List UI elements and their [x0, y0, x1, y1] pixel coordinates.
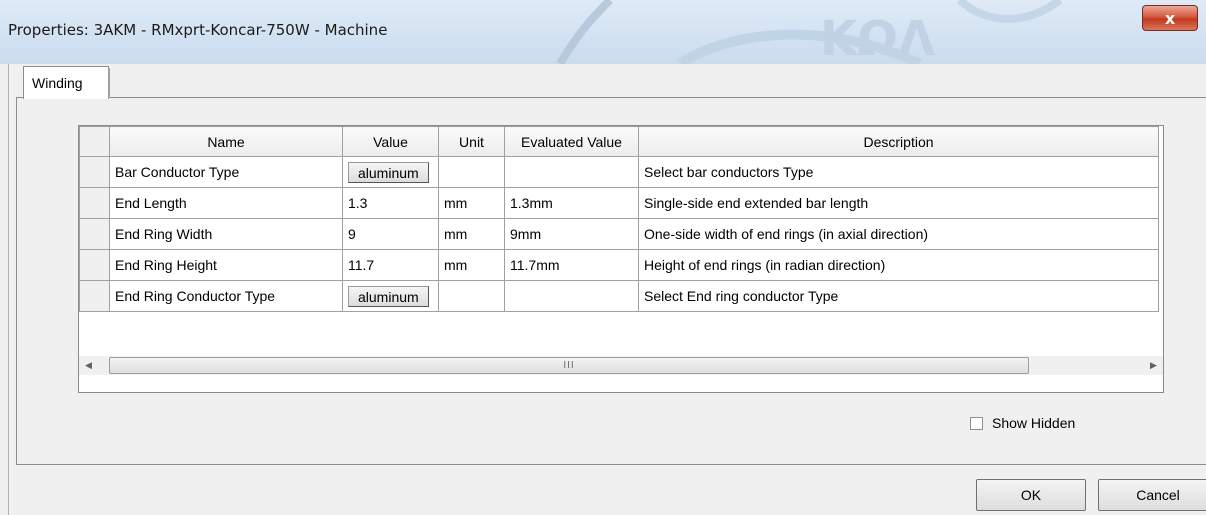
- show-hidden-checkbox[interactable]: Show Hidden: [970, 415, 1075, 431]
- cell-value[interactable]: 1.3: [342, 187, 439, 219]
- scroll-left-arrow-icon[interactable]: ◀: [79, 356, 98, 375]
- cell-name: End Ring Height: [109, 249, 343, 281]
- column-header-description[interactable]: Description: [638, 126, 1159, 157]
- value-select-button[interactable]: aluminum: [348, 285, 429, 307]
- row-selector[interactable]: [79, 156, 110, 188]
- row-header-corner: [79, 126, 110, 157]
- row-selector[interactable]: [79, 280, 110, 312]
- table-row[interactable]: End Length 1.3 mm 1.3mm Single-side end …: [79, 187, 1159, 219]
- checkbox-box[interactable]: [970, 416, 983, 430]
- cell-description: Height of end rings (in radian direction…: [638, 249, 1159, 281]
- horizontal-scrollbar[interactable]: ◀ III ▶: [79, 356, 1163, 375]
- row-selector[interactable]: [79, 218, 110, 250]
- row-selector[interactable]: [79, 249, 110, 281]
- cell-unit: [438, 280, 505, 312]
- cell-value[interactable]: aluminum: [342, 156, 439, 188]
- svg-text:ΚΩΛ: ΚΩΛ: [820, 11, 935, 64]
- cell-value[interactable]: aluminum: [342, 280, 439, 312]
- header-row: Name Value Unit Evaluated Value Descript…: [79, 126, 1159, 157]
- column-header-value[interactable]: Value: [342, 126, 439, 157]
- tab-divider: [108, 68, 110, 98]
- cell-name: End Ring Width: [109, 218, 343, 250]
- title-bar[interactable]: ΚΩΛ Properties: 3AKM - RMxprt-Koncar-750…: [0, 0, 1206, 64]
- cell-unit[interactable]: mm: [438, 249, 505, 281]
- row-selector[interactable]: [79, 187, 110, 219]
- table-row[interactable]: End Ring Height 11.7 mm 11.7mm Height of…: [79, 249, 1159, 281]
- show-hidden-label: Show Hidden: [992, 415, 1076, 431]
- scrollbar-grip-icon: III: [563, 360, 575, 371]
- scroll-right-arrow-icon[interactable]: ▶: [1144, 356, 1163, 375]
- cancel-button[interactable]: Cancel: [1098, 479, 1206, 511]
- cell-name: End Length: [109, 187, 343, 219]
- cell-value[interactable]: 11.7: [342, 249, 439, 281]
- tab-label: Winding: [32, 75, 83, 91]
- close-button[interactable]: x: [1142, 5, 1198, 31]
- table-row[interactable]: End Ring Conductor Type aluminum Select …: [79, 280, 1159, 312]
- cell-description: Select End ring conductor Type: [638, 280, 1159, 312]
- scrollbar-thumb[interactable]: III: [109, 357, 1029, 374]
- properties-table: Name Value Unit Evaluated Value Descript…: [79, 126, 1159, 312]
- cell-unit[interactable]: mm: [438, 187, 505, 219]
- table-row[interactable]: End Ring Width 9 mm 9mm One-side width o…: [79, 218, 1159, 250]
- close-icon: x: [1164, 8, 1176, 28]
- cell-unit[interactable]: mm: [438, 218, 505, 250]
- title-bar-decoration: ΚΩΛ: [556, 0, 1063, 64]
- properties-grid: Name Value Unit Evaluated Value Descript…: [78, 125, 1164, 393]
- cell-evaluated: 1.3mm: [504, 187, 639, 219]
- window-title: Properties: 3AKM - RMxprt-Koncar-750W - …: [8, 21, 388, 39]
- cell-value[interactable]: 9: [342, 218, 439, 250]
- table-row[interactable]: Bar Conductor Type aluminum Select bar c…: [79, 156, 1159, 188]
- cell-name: End Ring Conductor Type: [109, 280, 343, 312]
- cell-description: Select bar conductors Type: [638, 156, 1159, 188]
- properties-dialog: ΚΩΛ Properties: 3AKM - RMxprt-Koncar-750…: [0, 0, 1206, 515]
- cell-description: Single-side end extended bar length: [638, 187, 1159, 219]
- cell-unit: [438, 156, 505, 188]
- column-header-unit[interactable]: Unit: [438, 126, 505, 157]
- cell-description: One-side width of end rings (in axial di…: [638, 218, 1159, 250]
- cell-evaluated: 11.7mm: [504, 249, 639, 281]
- value-select-button[interactable]: aluminum: [348, 161, 429, 183]
- cell-evaluated: [504, 156, 639, 188]
- cell-evaluated: [504, 280, 639, 312]
- tab-winding[interactable]: Winding: [23, 66, 109, 99]
- ok-button[interactable]: OK: [976, 479, 1086, 511]
- cell-name: Bar Conductor Type: [109, 156, 343, 188]
- column-header-evaluated-value[interactable]: Evaluated Value: [504, 126, 639, 157]
- cell-evaluated: 9mm: [504, 218, 639, 250]
- column-header-name[interactable]: Name: [109, 126, 343, 157]
